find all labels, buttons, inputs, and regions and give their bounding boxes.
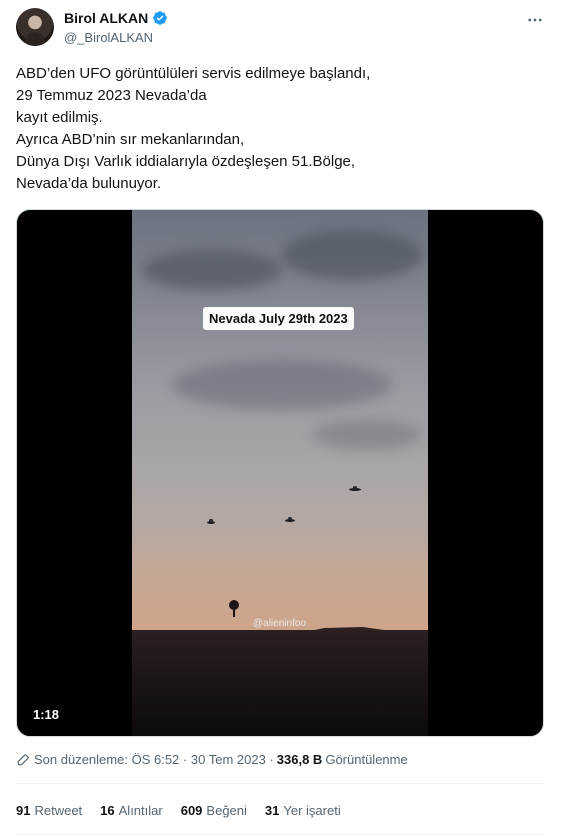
tweet-time[interactable]: ÖS 6:52 [132,752,180,767]
pencil-icon [17,753,29,765]
ufo-object [207,519,215,524]
tweet-header: Birol ALKAN @_BirolALKAN [16,8,545,52]
stat-retweets[interactable]: 91 Retweet [16,803,82,818]
video-player[interactable]: Nevada July 29th 2023 @alieninfoo 1:18 [16,209,544,737]
stat-bookmarks[interactable]: 31 Yer işareti [265,803,341,818]
separator: · [269,752,274,767]
tweet-text: ABD’den UFO görüntülüleri servis edilmey… [16,65,371,192]
separator: · [182,752,188,767]
avatar[interactable] [16,8,54,46]
divider [16,834,545,835]
divider [16,783,545,784]
display-name[interactable]: Birol ALKAN [64,10,148,26]
name-row: Birol ALKAN [64,10,168,26]
video-duration: 1:18 [27,705,66,724]
edited-info: Son düzenleme: ÖS 6:52 · 30 Tem 2023 · 3… [16,752,408,767]
user-handle[interactable]: @_BirolALKAN [64,30,153,45]
ground [132,630,428,736]
ufo-object [285,517,295,522]
views-label: Görüntülenme [325,752,408,767]
video-frame: Nevada July 29th 2023 @alieninfoo [132,210,428,736]
video-caption: Nevada July 29th 2023 [203,307,354,330]
stat-quotes[interactable]: 16 Alıntılar [100,803,163,818]
tweet-date[interactable]: 30 Tem 2023 [191,752,266,767]
verified-badge-icon[interactable] [152,10,168,26]
video-watermark: @alieninfoo [253,618,306,629]
edited-label[interactable]: Son düzenleme: [34,752,128,767]
views-count: 336,8 B [276,752,323,767]
stat-likes[interactable]: 609 Beğeni [181,803,247,818]
ufo-object [349,486,361,491]
engagement-stats: 91 Retweet 16 Alıntılar 609 Beğeni 31 Ye… [16,803,341,818]
more-horizontal-icon[interactable] [525,10,545,30]
